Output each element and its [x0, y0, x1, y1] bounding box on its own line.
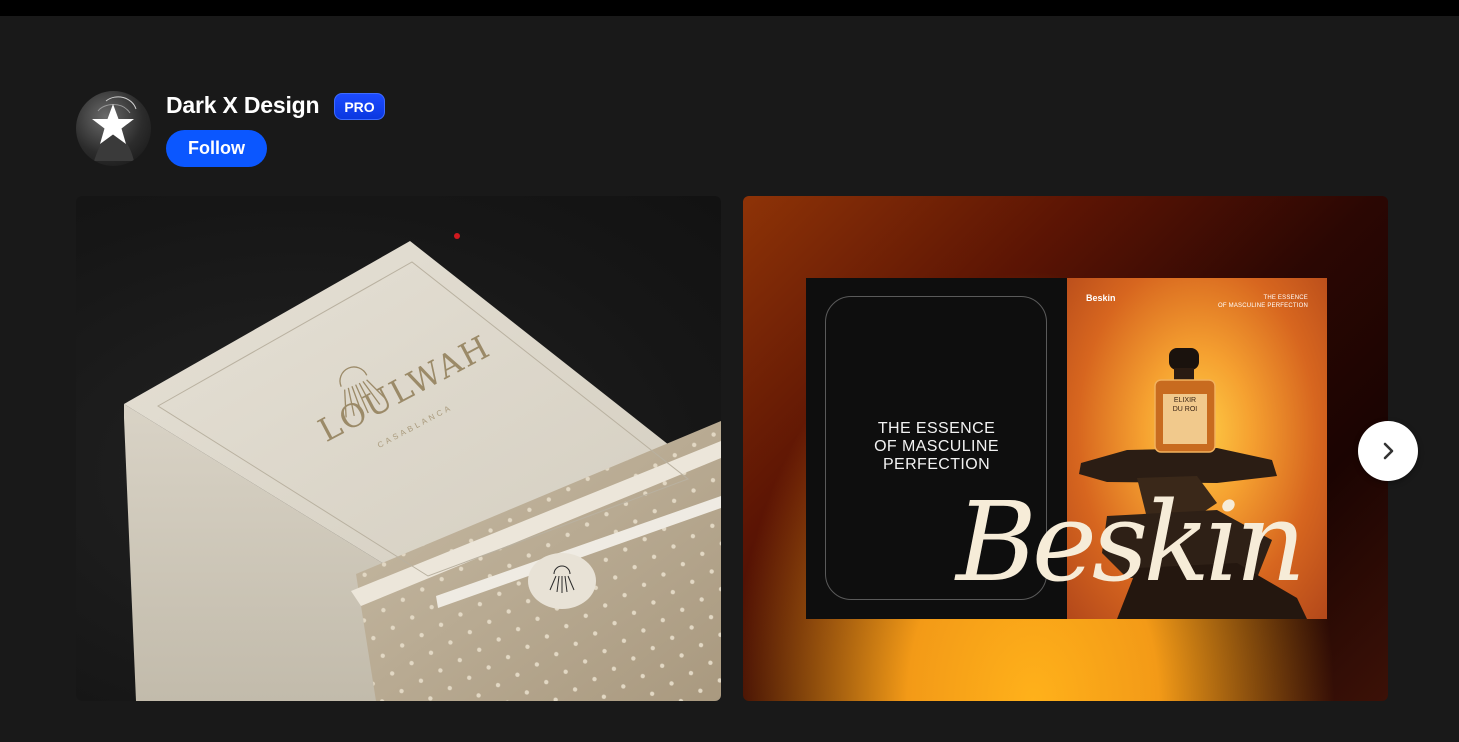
headline-line-3: PERFECTION — [882, 456, 991, 473]
product-line-2: DU ROI — [1172, 406, 1198, 413]
product-label: ELIXIR DU ROI — [1163, 396, 1207, 414]
project-card-loulwah[interactable]: LOULWAH CASABLANCA — [76, 196, 721, 701]
product-line-1: ELIXIR — [1173, 397, 1197, 404]
chevron-right-icon — [1383, 442, 1394, 460]
beskin-script-logo: Beskin — [956, 478, 1306, 606]
essence-headline: THE ESSENCE OF MASCULINE PERFECTION — [806, 420, 1067, 474]
headline-line-2: OF MASCULINE — [874, 438, 999, 455]
carousel-next-button[interactable] — [1358, 421, 1418, 481]
star-avatar-icon — [92, 96, 137, 161]
follow-button[interactable]: Follow — [166, 130, 267, 167]
loulwah-box-illustration — [124, 241, 721, 701]
profile-name[interactable]: Dark X Design — [166, 92, 320, 119]
project-card-beskin[interactable]: THE ESSENCE OF MASCULINE PERFECTION Besk… — [743, 196, 1388, 701]
top-bar — [0, 0, 1459, 16]
avatar[interactable] — [76, 91, 151, 166]
headline-line-1: THE ESSENCE — [877, 420, 996, 437]
pro-badge: PRO — [334, 93, 385, 120]
